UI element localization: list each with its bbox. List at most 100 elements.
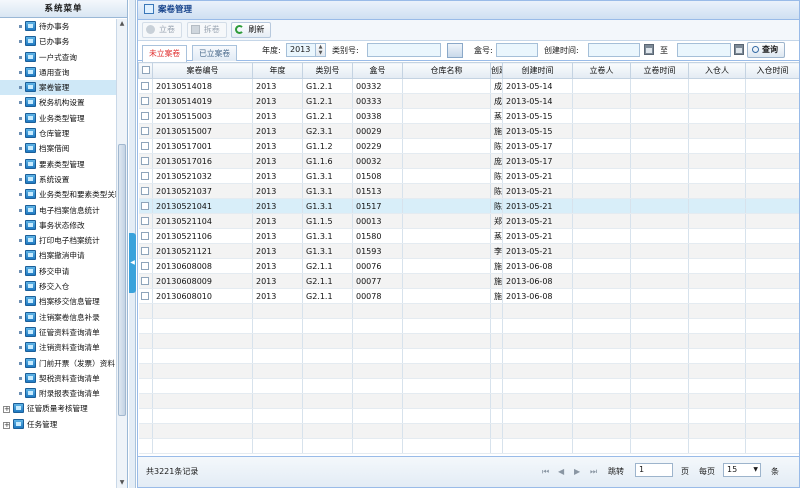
column-header[interactable]: 案卷编号 xyxy=(152,62,253,79)
sidebar-item[interactable]: 已办事务 xyxy=(0,34,116,49)
table-row[interactable] xyxy=(138,423,799,439)
sidebar-item[interactable]: 案卷管理 xyxy=(0,80,116,96)
table-row[interactable]: 20130521121 2013 G1.3.1 01593 李 2013-05-21 xyxy=(138,243,799,259)
table-row[interactable]: 20130608010 2013 G2.1.1 00078 施 2013-06-08 xyxy=(138,288,799,304)
row-select-cell[interactable] xyxy=(138,108,153,124)
calendar-icon[interactable] xyxy=(734,44,744,55)
table-row[interactable]: 20130515007 2013 G2.3.1 00029 施 2013-05-15 xyxy=(138,123,799,139)
year-input[interactable]: 2013 xyxy=(286,43,316,57)
row-checkbox[interactable] xyxy=(141,291,150,300)
row-select-cell[interactable] xyxy=(138,123,153,139)
row-checkbox[interactable] xyxy=(141,276,150,285)
table-row[interactable]: 20130608008 2013 G2.1.1 00076 施 2013-06-08 xyxy=(138,258,799,274)
row-select-cell[interactable] xyxy=(138,258,153,274)
sidebar-item[interactable]: 档案借阅 xyxy=(0,141,116,156)
table-row[interactable]: 20130517001 2013 G1.1.2 00229 陈 2013-05-17 xyxy=(138,138,799,154)
row-select-cell[interactable] xyxy=(138,153,153,169)
row-checkbox[interactable] xyxy=(141,261,150,270)
page-number-input[interactable]: 1 xyxy=(635,463,673,477)
sidebar-item[interactable]: 移交申请 xyxy=(0,264,116,279)
year-stepper[interactable]: ▲ ▼ xyxy=(316,43,326,57)
per-page-select[interactable]: 15 ▼ xyxy=(723,463,761,477)
table-row[interactable]: 20130517016 2013 G1.1.6 00032 庞 2013-05-17 xyxy=(138,153,799,169)
row-checkbox[interactable] xyxy=(141,216,150,225)
row-select-cell[interactable] xyxy=(138,423,153,439)
row-select-cell[interactable] xyxy=(138,393,153,409)
refresh-button[interactable]: 刷新 xyxy=(231,22,272,38)
row-select-cell[interactable] xyxy=(138,348,153,364)
sidebar-item[interactable]: 要素类型管理 xyxy=(0,157,116,172)
row-select-cell[interactable] xyxy=(138,273,153,289)
sidebar-item[interactable]: 档案撤消申请 xyxy=(0,248,116,263)
row-checkbox[interactable] xyxy=(141,231,150,240)
row-select-cell[interactable] xyxy=(138,363,153,379)
column-header[interactable]: 入仓时间 xyxy=(745,62,799,79)
table-row[interactable] xyxy=(138,318,799,334)
collapse-sidebar-handle[interactable]: ◀ xyxy=(129,233,136,293)
category-picker-button[interactable] xyxy=(447,43,463,58)
calendar-icon[interactable] xyxy=(644,44,654,55)
sidebar-item[interactable]: 通用查询 xyxy=(0,65,116,80)
sidebar-item[interactable]: 业务类型和要素类型关联 xyxy=(0,187,116,202)
row-checkbox[interactable] xyxy=(141,141,150,150)
sidebar-item[interactable]: 事务状态修改 xyxy=(0,218,116,233)
split-volume-button[interactable]: 拆卷 xyxy=(186,22,227,38)
sidebar-item[interactable]: 待办事务 xyxy=(0,19,116,34)
row-select-cell[interactable] xyxy=(138,138,153,154)
sidebar-item[interactable]: 注销资料查询清单 xyxy=(0,340,116,355)
sidebar-item[interactable]: 契税资料查询清单 xyxy=(0,371,116,386)
table-row[interactable]: 20130521041 2013 G1.3.1 01517 陈 2013-05-21 xyxy=(138,198,799,214)
row-select-cell[interactable] xyxy=(138,378,153,394)
row-select-cell[interactable] xyxy=(138,198,153,214)
sidebar-item[interactable]: 税务机构设置 xyxy=(0,95,116,110)
row-select-cell[interactable] xyxy=(138,288,153,304)
table-row[interactable] xyxy=(138,378,799,394)
sidebar-splitter[interactable]: ◀ xyxy=(129,0,136,488)
column-header[interactable]: 立卷人 xyxy=(572,62,631,79)
query-button[interactable]: 查询 xyxy=(747,42,785,58)
row-checkbox[interactable] xyxy=(141,111,150,120)
table-row[interactable]: 20130514019 2013 G1.2.1 00333 成 2013-05-14 xyxy=(138,93,799,109)
row-select-cell[interactable] xyxy=(138,183,153,199)
table-row[interactable]: 20130608009 2013 G2.1.1 00077 施 2013-06-08 xyxy=(138,273,799,289)
row-select-cell[interactable] xyxy=(138,303,153,319)
table-row[interactable]: 20130521032 2013 G1.3.1 01508 陈 2013-05-21 xyxy=(138,168,799,184)
next-page-icon[interactable]: ▶ xyxy=(574,467,580,476)
checkbox-icon[interactable] xyxy=(141,66,150,74)
expand-icon[interactable]: + xyxy=(3,421,10,429)
sidebar-scroll-thumb[interactable] xyxy=(118,144,126,416)
tab-filed-volumes[interactable]: 已立案卷 xyxy=(192,45,238,61)
table-row[interactable]: 20130514018 2013 G1.2.1 00332 成 2013-05-14 xyxy=(138,78,799,94)
sidebar-item[interactable]: 档案移交信息管理 xyxy=(0,294,116,309)
column-header[interactable]: 盒号 xyxy=(352,62,403,79)
row-checkbox[interactable] xyxy=(141,156,150,165)
row-checkbox[interactable] xyxy=(141,171,150,180)
row-select-cell[interactable] xyxy=(138,318,153,334)
column-header[interactable]: 创建时间 xyxy=(502,62,573,79)
table-row[interactable] xyxy=(138,438,799,454)
category-input[interactable] xyxy=(367,43,441,57)
sidebar-item[interactable]: 注销案卷信息补录 xyxy=(0,310,116,325)
sidebar-item[interactable]: 电子档案信息统计 xyxy=(0,203,116,218)
table-row[interactable] xyxy=(138,393,799,409)
row-select-cell[interactable] xyxy=(138,438,153,454)
row-checkbox[interactable] xyxy=(141,201,150,210)
row-checkbox[interactable] xyxy=(141,81,150,90)
table-row[interactable]: 20130521106 2013 G1.3.1 01580 蒸 2013-05-21 xyxy=(138,228,799,244)
row-select-cell[interactable] xyxy=(138,168,153,184)
column-header[interactable]: 年度 xyxy=(252,62,303,79)
row-select-cell[interactable] xyxy=(138,93,153,109)
expand-icon[interactable]: + xyxy=(3,406,10,414)
scroll-up-arrow-icon[interactable]: ▲ xyxy=(118,20,126,28)
row-select-cell[interactable] xyxy=(138,78,153,94)
row-checkbox[interactable] xyxy=(141,246,150,255)
sidebar-item[interactable]: 打印电子档案统计 xyxy=(0,233,116,248)
created-to-input[interactable] xyxy=(677,43,731,57)
sidebar-scrollbar[interactable]: ▲ ▼ xyxy=(116,19,127,488)
row-select-cell[interactable] xyxy=(138,213,153,229)
table-row[interactable] xyxy=(138,363,799,379)
column-header[interactable]: 入仓人 xyxy=(688,62,746,79)
last-page-icon[interactable]: ⏭ xyxy=(590,467,597,477)
row-checkbox[interactable] xyxy=(141,96,150,105)
select-all-checkbox[interactable] xyxy=(138,62,153,79)
